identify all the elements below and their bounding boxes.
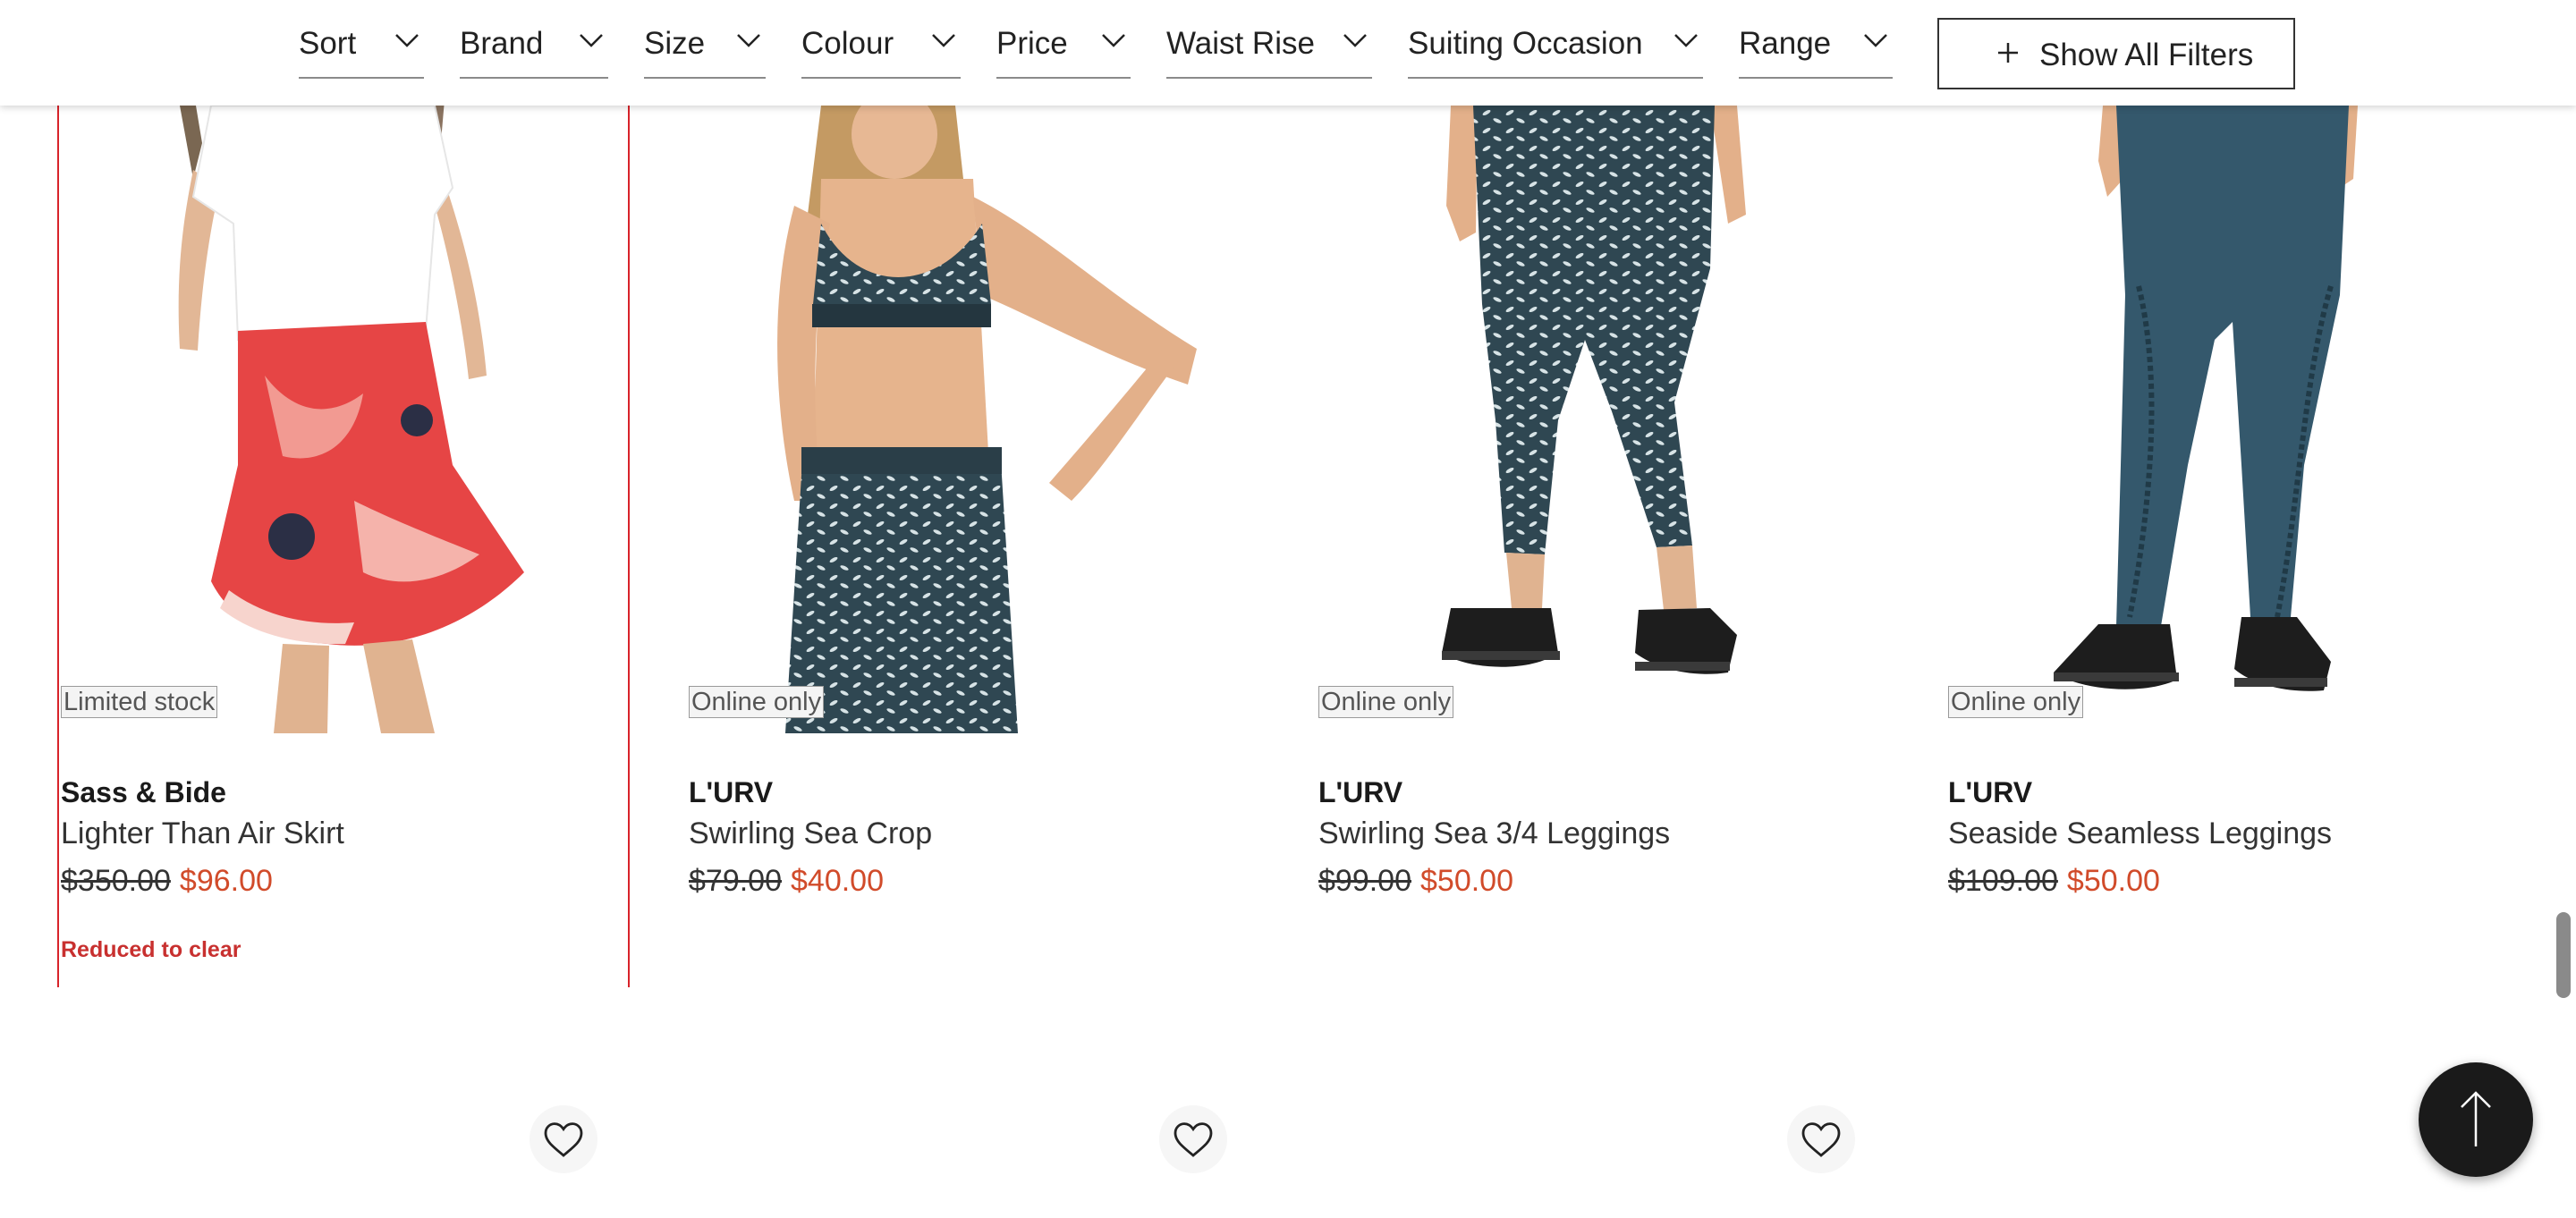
chevron-down-icon: [395, 34, 419, 47]
product-name[interactable]: Swirling Sea 3/4 Leggings: [1318, 815, 1670, 852]
product-image-crop[interactable]: [687, 0, 1259, 733]
product-name[interactable]: Seaside Seamless Leggings: [1948, 815, 2332, 852]
filter-bar: Sort Brand Size Colour Price Waist Rise …: [0, 0, 2576, 106]
clearance-note: Reduced to clear: [61, 937, 242, 962]
chevron-down-icon: [580, 34, 603, 47]
filter-colour[interactable]: Colour: [801, 21, 961, 79]
product-image-34-leggings[interactable]: [1317, 0, 1889, 733]
sale-price: $96.00: [179, 864, 273, 898]
filter-sort[interactable]: Sort: [299, 21, 424, 79]
filter-price[interactable]: Price: [996, 21, 1131, 79]
wishlist-button[interactable]: [1787, 1105, 1855, 1173]
price-row: $350.00 $96.00: [61, 862, 273, 900]
price-row: $99.00 $50.00: [1318, 862, 1513, 900]
original-price: $350.00: [61, 864, 171, 898]
filter-label: Brand: [460, 26, 544, 61]
product-card[interactable]: Online only L'URV Seaside Seamless Leggi…: [1946, 0, 2519, 987]
chevron-down-icon: [737, 34, 760, 47]
arrow-up-icon: [2461, 1091, 2491, 1146]
product-name[interactable]: Lighter Than Air Skirt: [61, 815, 344, 852]
stock-badge: Online only: [1318, 686, 1454, 718]
chevron-down-icon: [1864, 34, 1887, 47]
product-image-seamless-leggings[interactable]: [1946, 0, 2519, 733]
filter-label: Range: [1739, 26, 1832, 61]
chevron-down-icon: [932, 34, 955, 47]
product-name[interactable]: Swirling Sea Crop: [689, 815, 932, 852]
filter-suiting-occasion[interactable]: Suiting Occasion: [1408, 21, 1703, 79]
product-card[interactable]: Online only L'URV Swirling Sea Crop $79.…: [687, 0, 1259, 987]
filter-range[interactable]: Range: [1739, 21, 1893, 79]
heart-icon: [544, 1122, 583, 1157]
wishlist-button[interactable]: [530, 1105, 597, 1173]
filter-label: Size: [644, 26, 706, 61]
scrollbar-thumb[interactable]: [2556, 912, 2571, 998]
show-all-filters-label: Show All Filters: [2039, 38, 2254, 72]
product-card[interactable]: Online only L'URV Swirling Sea 3/4 Leggi…: [1317, 0, 1889, 987]
product-brand[interactable]: L'URV: [1948, 774, 2032, 810]
heart-icon: [1801, 1122, 1841, 1157]
filter-label: Suiting Occasion: [1408, 26, 1643, 61]
stock-badge: Online only: [1948, 686, 2084, 718]
filter-label: Colour: [801, 26, 894, 61]
chevron-down-icon: [1343, 34, 1367, 47]
filter-label: Price: [996, 26, 1068, 61]
product-image-skirt[interactable]: [59, 0, 631, 733]
product-card[interactable]: Limited stock Sass & Bide Lighter Than A…: [57, 0, 630, 987]
filter-label: Waist Rise: [1166, 26, 1315, 61]
stock-badge: Limited stock: [61, 686, 218, 718]
product-brand[interactable]: L'URV: [689, 774, 773, 810]
plus-icon: [1998, 43, 2018, 63]
original-price: $99.00: [1318, 864, 1411, 898]
chevron-down-icon: [1102, 34, 1125, 47]
product-brand[interactable]: L'URV: [1318, 774, 1402, 810]
sale-price: $50.00: [2066, 864, 2160, 898]
back-to-top-button[interactable]: [2419, 1062, 2533, 1177]
heart-icon: [1174, 1122, 1213, 1157]
sale-price: $40.00: [791, 864, 884, 898]
price-row: $109.00 $50.00: [1948, 862, 2160, 900]
filter-label: Sort: [299, 26, 357, 61]
product-brand[interactable]: Sass & Bide: [61, 774, 226, 810]
price-row: $79.00 $40.00: [689, 862, 884, 900]
original-price: $109.00: [1948, 864, 2058, 898]
show-all-filters-button[interactable]: Show All Filters: [1937, 18, 2295, 89]
chevron-down-icon: [1674, 34, 1698, 47]
filter-size[interactable]: Size: [644, 21, 766, 79]
sale-price: $50.00: [1420, 864, 1513, 898]
stock-badge: Online only: [689, 686, 825, 718]
wishlist-button[interactable]: [1159, 1105, 1227, 1173]
original-price: $79.00: [689, 864, 782, 898]
filter-brand[interactable]: Brand: [460, 21, 608, 79]
filter-waist-rise[interactable]: Waist Rise: [1166, 21, 1372, 79]
